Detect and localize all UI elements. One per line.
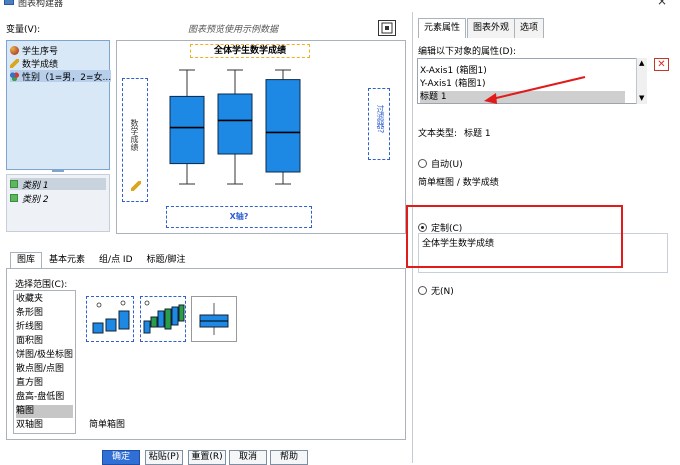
choose-from-label: 选择范围(C): [15, 280, 68, 290]
properties-scrollbar[interactable]: ▲ ▼ [636, 58, 647, 104]
variable-label: 性别（1=男，2=女... [22, 72, 112, 83]
chart-layout-icon [381, 22, 393, 34]
filter-dropzone-label: 过滤器? [376, 105, 385, 134]
tab-gallery[interactable]: 图库 [10, 252, 43, 268]
box-rect [217, 93, 253, 155]
bottom-tab-strip: 图库 基本元素 组/点 ID 标题/脚注 [10, 252, 193, 268]
thumbnail-1d-boxplot[interactable] [191, 296, 237, 342]
variable-item-selected[interactable]: 性别（1=男，2=女... [10, 70, 112, 83]
filter-dropzone[interactable]: 过滤器? [368, 88, 390, 160]
scroll-up-icon[interactable]: ▲ [639, 59, 644, 67]
annotation-highlight-box [406, 205, 623, 268]
category-item[interactable]: 类别 2 [10, 192, 49, 205]
variable-item[interactable]: 数学成绩 [10, 57, 59, 70]
y-axis-dropzone[interactable]: 数学成绩 [122, 78, 148, 202]
gallery-toggle-button[interactable] [378, 20, 396, 36]
category-square-icon [10, 194, 18, 202]
preview-note: 图表预览使用示例数据 [188, 25, 279, 35]
tab-chart-appearance[interactable]: 图表外观 [467, 18, 516, 38]
category-square-icon [10, 180, 18, 188]
gallery-type-item-selected[interactable]: 箱图 [16, 405, 73, 418]
scale-ruler-icon [131, 181, 141, 191]
gallery-type-item[interactable]: 盘高-盘低图 [16, 391, 64, 404]
none-radio[interactable] [418, 286, 427, 295]
window-title: 图表构建器 [18, 0, 64, 9]
tab-element-properties[interactable]: 元素属性 [418, 18, 467, 38]
gallery-type-item[interactable]: 折线图 [16, 321, 43, 334]
auto-radio-option[interactable]: 自动(U) [418, 157, 463, 170]
app-icon [4, 0, 14, 5]
category-label: 类别 2 [22, 194, 49, 205]
scale-ruler-icon [10, 58, 19, 68]
category-list[interactable]: 类别 1 类别 2 [6, 174, 110, 232]
category-item[interactable]: 类别 1 [10, 178, 106, 191]
gallery-type-item[interactable]: 面积图 [16, 335, 43, 348]
none-radio-option[interactable]: 无(N) [418, 284, 454, 297]
delete-element-button[interactable]: ✕ [654, 58, 669, 71]
nominal-ball-icon [10, 45, 19, 55]
1d-boxplot-thumb-icon [199, 303, 229, 335]
red-arrow-icon [484, 76, 586, 104]
edit-properties-label: 编辑以下对象的属性(D): [418, 47, 516, 57]
thumbnail-clustered-boxplot[interactable] [140, 296, 186, 342]
gallery-type-item[interactable]: 饼图/极坐标图 [16, 349, 73, 362]
gallery-type-item[interactable]: 散点图/点图 [16, 363, 64, 376]
variable-label: 学生序号 [22, 46, 59, 57]
tab-basic-elements[interactable]: 基本元素 [42, 252, 92, 268]
variable-item[interactable]: 学生序号 [10, 44, 59, 57]
variable-label: 数学成绩 [22, 59, 59, 70]
auto-radio[interactable] [418, 159, 427, 168]
tab-group-id[interactable]: 组/点 ID [92, 252, 139, 268]
thumbnail-caption: 简单箱图 [89, 420, 126, 430]
property-item[interactable]: Y-Axis1 (箱图1) [420, 78, 486, 91]
none-label: 无(N) [431, 287, 454, 297]
gallery-type-item[interactable]: 双轴图 [16, 419, 43, 432]
variables-label: 变量(V): [6, 25, 41, 35]
close-icon[interactable]: × [657, 0, 667, 8]
splitter-handle[interactable] [52, 169, 64, 172]
gallery-type-item[interactable]: 条形图 [16, 307, 43, 320]
gallery-type-list[interactable]: 收藏夹 条形图 折线图 面积图 饼图/极坐标图 散点图/点图 直方图 盘高-盘低… [13, 290, 76, 434]
text-type-value: 标题 1 [464, 129, 491, 139]
box-rect [265, 79, 301, 173]
clustered-boxplot-thumb-icon [143, 300, 185, 334]
multi-nominal-icon [10, 71, 19, 81]
x-axis-dropzone[interactable]: X轴? [166, 206, 312, 228]
property-item[interactable]: X-Axis1 (箱图1) [420, 65, 487, 78]
box-rect [169, 95, 205, 165]
title-bar: 图表构建器 × [0, 0, 680, 9]
tab-titles-footnotes[interactable]: 标题/脚注 [140, 252, 193, 268]
y-axis-label: 数学成绩 [130, 119, 139, 151]
thumbnail-simple-boxplot[interactable] [86, 296, 134, 342]
auto-value: 简单框图 / 数学成绩 [418, 178, 499, 188]
variable-list[interactable]: 学生序号 数学成绩 性别（1=男，2=女... [6, 40, 112, 170]
gallery-type-item[interactable]: 直方图 [16, 377, 43, 390]
gallery-type-item[interactable]: 收藏夹 [16, 293, 43, 306]
scroll-down-icon[interactable]: ▼ [639, 94, 644, 102]
chart-title[interactable]: 全体学生数学成绩 [190, 44, 310, 58]
simple-boxplot-thumb-icon [92, 300, 130, 334]
box-plot [169, 69, 301, 185]
category-label: 类别 1 [22, 180, 49, 191]
tab-options[interactable]: 选项 [514, 18, 545, 38]
text-type-label: 文本类型: [418, 129, 458, 139]
auto-label: 自动(U) [431, 160, 463, 170]
